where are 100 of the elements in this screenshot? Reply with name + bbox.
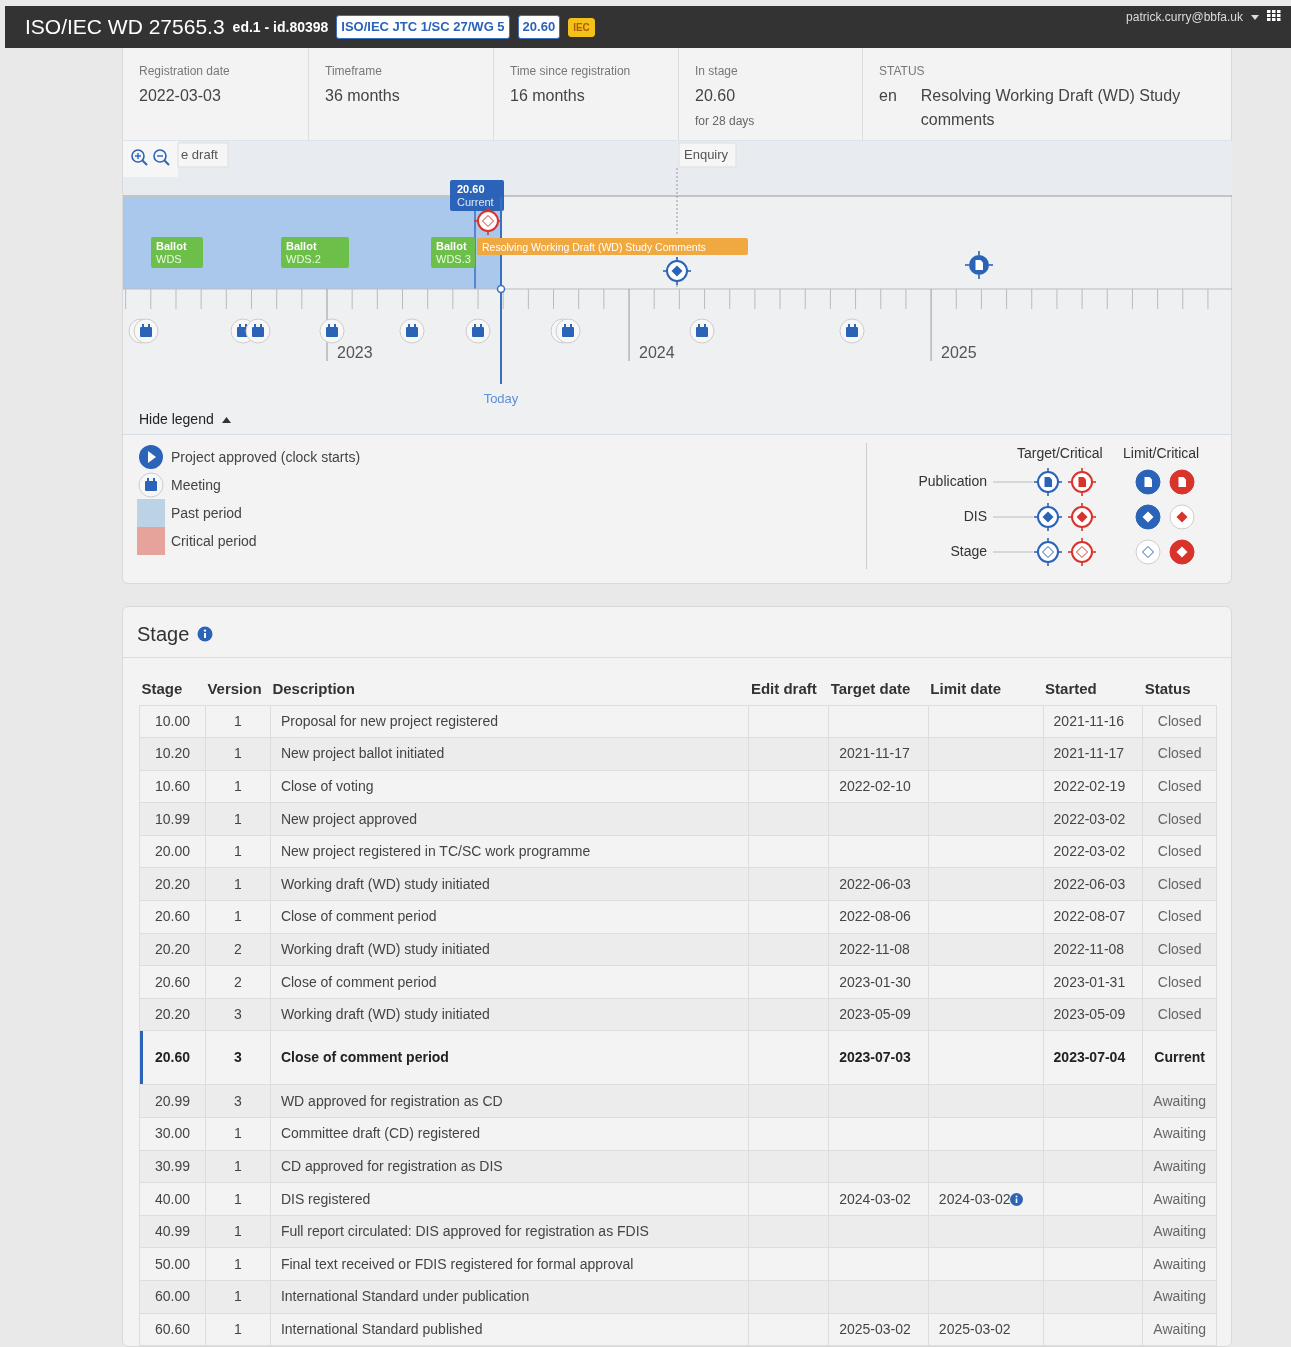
table-cell: 2023-05-09 (1053, 1006, 1126, 1023)
current-stage-tag: 20.60 Current (450, 180, 504, 211)
stage-limit-critical-icon (1169, 539, 1195, 564)
table-cell: Awaiting (1153, 1320, 1206, 1337)
phase-label: Enquiry (678, 142, 737, 168)
table-cell: Close of voting (280, 778, 374, 794)
table-cell: 2024-03-02 (839, 1190, 911, 1207)
publication-target-icon (1033, 466, 1063, 497)
table-cell: Closed (1157, 712, 1202, 729)
table-cell: 1 (234, 843, 242, 860)
publication-target-icon (964, 250, 994, 280)
meeting-icon (319, 318, 345, 344)
table-cell: 2022-03-02 (1053, 843, 1126, 860)
table-cell: 1 (234, 1288, 242, 1305)
stage-limit-icon (1135, 539, 1161, 564)
zoom-in-icon[interactable] (131, 149, 148, 166)
table-cell: Closed (1157, 1006, 1202, 1023)
meeting-icon (839, 318, 865, 344)
column-header: Started (1043, 674, 1143, 705)
table-cell: Working draft (WD) study initiated (280, 940, 490, 957)
table-cell: Committee draft (CD) registered (280, 1125, 481, 1142)
legend-toggle[interactable]: Hide legend (123, 409, 247, 434)
table-cell: Full report circulated: DIS approved for registration as FDIS (280, 1223, 649, 1240)
table-cell: 40.00 (154, 1190, 190, 1207)
table-cell: 20.60 (154, 973, 190, 990)
publication-limit-icon (1135, 469, 1161, 494)
legend-label: Publication (917, 472, 987, 491)
table-cell: 2021-11-16 (1053, 712, 1125, 729)
table-cell: Awaiting (1153, 1157, 1206, 1174)
table-cell: Closed (1157, 940, 1202, 957)
table-cell: 20.00 (154, 843, 190, 860)
table-cell: 20.20 (154, 940, 190, 957)
table-cell: 20.60 (154, 908, 190, 925)
stage-period-label: Resolving Working Draft (WD) Study Comments (477, 238, 748, 255)
table-cell: 10.20 (154, 745, 190, 762)
meeting-icon (133, 318, 159, 344)
language-code: en (879, 86, 897, 106)
year-label: 2023 (337, 344, 373, 361)
meeting-icon (245, 318, 271, 344)
committee-tag: 20.60 (517, 15, 561, 39)
table-cell: New project approved (280, 810, 418, 827)
table-cell: 1 (234, 875, 242, 892)
table-cell: Close of comment period (280, 908, 437, 925)
table-cell: 20.60 (154, 1049, 190, 1066)
field-value: 36 months (325, 86, 401, 106)
today-label: Today (483, 391, 519, 406)
meeting-icon (399, 318, 425, 344)
committee-tag: ISO/IEC JTC 1/SC 27/WG 5 (336, 15, 510, 39)
table-cell: Awaiting (1153, 1223, 1206, 1240)
phase-label: e draft (177, 142, 229, 168)
table-cell: 1 (234, 1255, 242, 1272)
table-cell-text: 2024-03-02 (938, 1189, 1011, 1209)
table-cell-text: 2025-03-02 (938, 1319, 1011, 1339)
table-cell: WD approved for registration as CD (280, 1092, 503, 1109)
table-cell: 2022-02-19 (1053, 778, 1126, 794)
table-cell: Awaiting (1153, 1125, 1206, 1142)
publication-critical-icon (1067, 466, 1097, 497)
table-cell: 10.99 (154, 810, 190, 827)
column-header: Target/Critical (1017, 444, 1104, 463)
table-cell: 2023-01-30 (839, 973, 911, 990)
info-icon[interactable] (197, 626, 214, 642)
table-cell: 1 (234, 778, 242, 794)
table-cell: 2 (234, 940, 242, 957)
table-cell: 20.20 (154, 1006, 190, 1023)
publication-limit-critical-icon (1169, 469, 1195, 494)
table-cell: 1 (234, 745, 242, 762)
table-cell: Closed (1157, 973, 1202, 990)
column-header: Description (270, 674, 749, 705)
zoom-out-icon[interactable] (153, 149, 170, 166)
table-cell: Final text received or FDIS registered for formal approval (280, 1255, 634, 1272)
dis-critical-icon (1067, 501, 1097, 532)
apps-grid-icon[interactable] (1267, 10, 1281, 22)
table-cell: DIS registered (280, 1190, 371, 1207)
table-cell: 30.99 (154, 1157, 190, 1174)
document-title: ISO/IEC WD 27565.3 (25, 14, 225, 41)
table-cell: 1 (234, 1190, 242, 1207)
field-label: In stage (695, 63, 739, 80)
table-cell: Closed (1157, 778, 1202, 794)
critical-period-swatch (137, 527, 165, 555)
legend-label: Past period (171, 503, 242, 523)
table-cell: 1 (234, 908, 242, 925)
legend-label: Project approved (clock starts) (171, 447, 361, 467)
table-cell: 1 (234, 1223, 242, 1240)
user-menu[interactable]: patrick.curry@bbfa.uk (1126, 8, 1259, 26)
play-circle-icon (137, 443, 165, 471)
info-icon[interactable] (1010, 1192, 1024, 1206)
table-cell: 3 (234, 1092, 242, 1109)
calendar-icon (137, 471, 165, 499)
table-cell: 30.00 (154, 1125, 190, 1142)
table-cell: 1 (234, 1320, 242, 1337)
table-cell: 2023-05-09 (839, 1006, 911, 1023)
dis-target-icon (1033, 501, 1063, 532)
table-cell: 2022-06-03 (1053, 875, 1126, 892)
meeting-icon (465, 318, 491, 344)
field-label: Registration date (139, 63, 231, 80)
table-cell: 2022-03-02 (1053, 810, 1126, 827)
table-cell: 1 (234, 810, 242, 827)
table-cell: 3 (234, 1006, 242, 1023)
table-cell: Working draft (WD) study initiated (280, 875, 490, 892)
table-cell: 50.00 (154, 1255, 190, 1272)
